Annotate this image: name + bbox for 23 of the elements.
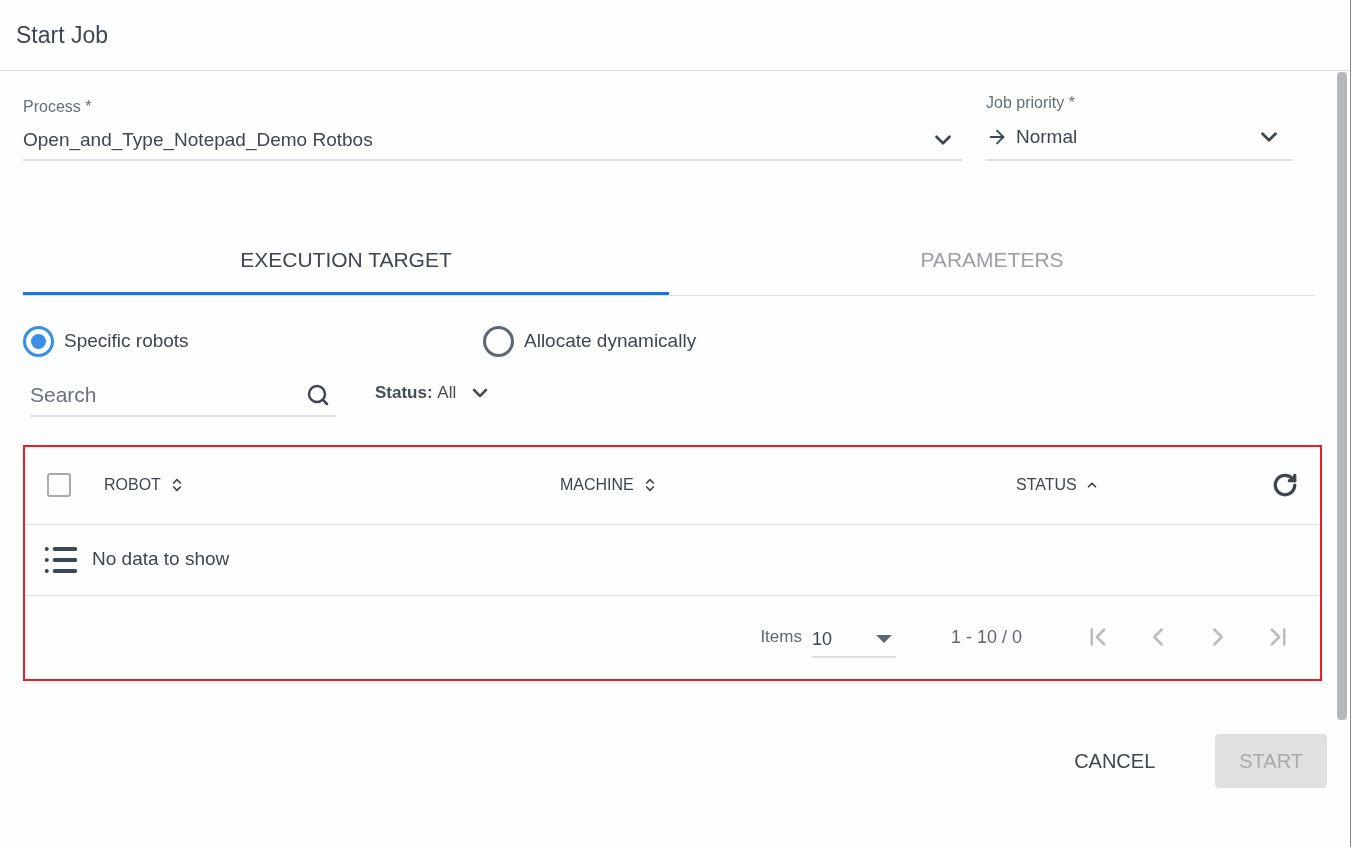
priority-select[interactable]: Job priority * Normal <box>986 91 1292 161</box>
dropdown-triangle-icon <box>875 635 892 643</box>
scrollbar-thumb[interactable] <box>1337 72 1347 720</box>
column-header[interactable]: STATUS <box>1016 473 1077 497</box>
tab[interactable]: EXECUTION TARGET <box>23 228 669 295</box>
search-field[interactable]: Search <box>30 374 336 417</box>
column-header[interactable]: MACHINE <box>560 473 634 497</box>
items-label: Items <box>760 626 802 649</box>
process-select[interactable]: Process * Open_and_Type_Notepad_Demo Rotbos <box>23 95 962 161</box>
page-range: 1 - 10 / 0 <box>950 625 1022 649</box>
column-header[interactable]: ROBOT <box>104 473 161 497</box>
search-icon[interactable] <box>306 382 330 407</box>
status-filter[interactable]: Status: All <box>375 379 493 406</box>
radio-option[interactable]: Specific robots <box>23 326 483 357</box>
page-size-select[interactable]: 10 <box>811 622 896 658</box>
dialog-button[interactable]: CANCEL <box>1050 733 1180 788</box>
empty-message: No data to show <box>92 547 230 572</box>
radio-button[interactable] <box>483 326 514 357</box>
checkbox[interactable] <box>47 473 71 497</box>
radio-option[interactable]: Allocate dynamically <box>483 326 697 357</box>
dialog-title: Start Job <box>16 20 109 50</box>
radio-button[interactable] <box>23 326 54 357</box>
refresh-icon[interactable] <box>1272 472 1298 498</box>
